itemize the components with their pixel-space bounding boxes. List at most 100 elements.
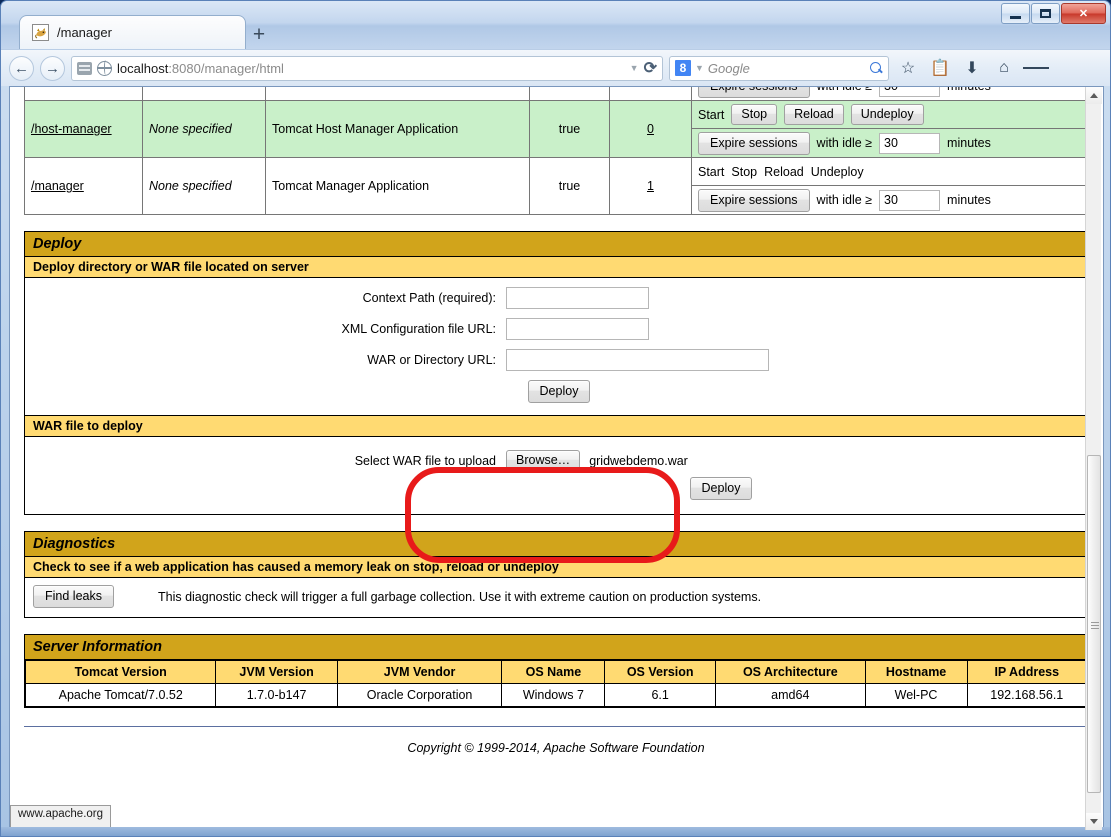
minimize-button[interactable] — [1001, 3, 1030, 24]
address-bar[interactable]: localhost:8080/manager/html ▼ ⟳ — [71, 55, 663, 81]
expire-sessions-button[interactable]: Expire sessions — [698, 188, 810, 212]
col-os-name: OS Name — [501, 660, 606, 684]
expire-idle-input[interactable] — [879, 87, 941, 97]
app-version-cell: None specified — [142, 87, 266, 101]
stop-button[interactable]: Stop — [731, 104, 778, 125]
undeploy-button[interactable]: Undeploy — [850, 104, 924, 125]
deploy-server-button[interactable]: Deploy — [527, 380, 591, 403]
diagnostics-panel: Diagnostics Check to see if a web applic… — [24, 531, 1088, 618]
browser-tab-manager[interactable]: /manager — [19, 15, 246, 49]
app-commands-cell: Start Stop Reload Undeploy Expire sessio… — [691, 87, 1088, 101]
site-identity-icon — [77, 61, 92, 75]
start-label: Start — [698, 164, 725, 179]
url-path: :8080/manager/html — [168, 60, 284, 76]
scroll-down-arrow-icon[interactable] — [1086, 813, 1102, 830]
app-sessions-cell: 0 — [609, 87, 692, 101]
app-sessions-link[interactable]: 1 — [647, 179, 654, 193]
war-upload-row: Select WAR file to upload Browse… gridwe… — [25, 450, 1087, 471]
app-path-link[interactable]: /manager — [31, 179, 84, 193]
app-running-cell: true — [529, 100, 610, 158]
app-expire-sessions-row: Expire sessions with idle ≥ minutes — [692, 129, 1087, 157]
server-information-title: Server Information — [25, 634, 1087, 660]
val-jvm-vendor: Oracle Corporation — [336, 683, 503, 707]
col-tomcat-version: Tomcat Version — [24, 660, 217, 684]
war-upload-subtitle: WAR file to deploy — [25, 415, 1087, 437]
expire-sessions-button[interactable]: Expire sessions — [698, 87, 810, 98]
expire-idle-input[interactable] — [879, 189, 941, 211]
col-os-architecture: OS Architecture — [715, 660, 866, 684]
search-icon[interactable] — [870, 61, 883, 75]
diagnostics-panel-title: Diagnostics — [25, 531, 1087, 557]
search-input[interactable]: 8 ▼ Google — [669, 55, 889, 81]
expire-idle-input[interactable] — [879, 132, 941, 154]
menu-icon[interactable] — [1023, 55, 1050, 81]
val-os-architecture: amd64 — [715, 683, 866, 707]
context-path-input[interactable] — [506, 287, 649, 309]
war-upload-form: Select WAR file to upload Browse… gridwe… — [25, 450, 1087, 500]
bookmark-star-icon[interactable]: ☆ — [895, 55, 921, 81]
table-row: /examples None specified Servlet and JSP… — [24, 87, 1088, 101]
close-button[interactable]: ✕ — [1061, 3, 1106, 24]
val-tomcat-version: Apache Tomcat/7.0.52 — [24, 683, 217, 707]
xml-config-input[interactable] — [506, 318, 649, 340]
app-version-cell: None specified — [142, 157, 266, 215]
expire-prefix-label: with idle ≥ — [816, 193, 873, 207]
col-os-version: OS Version — [604, 660, 717, 684]
expire-sessions-button[interactable]: Expire sessions — [698, 131, 810, 155]
diagnostics-subtitle: Check to see if a web application has ca… — [25, 557, 1087, 578]
war-url-input[interactable] — [506, 349, 769, 371]
page-footer-copyright: Copyright © 1999-2014, Apache Software F… — [24, 726, 1088, 775]
upload-deploy-button[interactable]: Deploy — [689, 477, 753, 500]
col-jvm-version: JVM Version — [215, 660, 338, 684]
selected-filename: gridwebdemo.war — [589, 453, 688, 468]
app-sessions-cell: 0 — [609, 100, 692, 158]
diagnostics-description: This diagnostic check will trigger a ful… — [157, 589, 762, 604]
tab-title: /manager — [57, 25, 112, 40]
app-display-name-cell: Tomcat Host Manager Application — [265, 100, 530, 158]
app-running-cell: true — [529, 87, 610, 101]
search-engine-chevron-icon[interactable]: ▼ — [695, 63, 704, 73]
chevron-down-icon[interactable]: ▼ — [630, 63, 639, 73]
val-jvm-version: 1.7.0-b147 — [215, 683, 338, 707]
app-command-labels-disabled: Start Stop Reload Undeploy — [692, 158, 1087, 186]
context-path-row: Context Path (required): — [25, 287, 1087, 309]
app-sessions-link[interactable]: 0 — [647, 122, 654, 136]
url-host: localhost — [117, 60, 169, 76]
page-viewport: /examples None specified Servlet and JSP… — [9, 86, 1104, 831]
app-path-link[interactable]: /host-manager — [31, 122, 112, 136]
war-upload-label: Select WAR file to upload — [354, 453, 496, 468]
app-expire-sessions-row: Expire sessions with idle ≥ minutes — [692, 87, 1087, 100]
browse-button[interactable]: Browse… — [506, 450, 581, 471]
undeploy-label: Undeploy — [810, 164, 864, 179]
diagnostics-body: Find leaks This diagnostic check will tr… — [25, 578, 1087, 617]
reload-icon[interactable]: ⟳ — [644, 58, 657, 78]
deploy-server-subtitle: Deploy directory or WAR file located on … — [25, 257, 1087, 278]
reload-button[interactable]: Reload — [784, 104, 844, 125]
home-icon[interactable]: ⌂ — [991, 55, 1017, 81]
reading-list-icon[interactable]: 📋 — [927, 55, 953, 81]
app-commands-cell: Start Stop Reload Undeploy Expire sessio… — [691, 157, 1088, 215]
start-label: Start — [698, 107, 725, 122]
status-bar-link: www.apache.org — [10, 805, 112, 827]
maximize-button[interactable] — [1031, 3, 1060, 24]
forward-button[interactable]: → — [40, 55, 65, 81]
downloads-icon[interactable]: ⬇ — [959, 55, 985, 81]
val-os-version: 6.1 — [604, 683, 717, 707]
expire-prefix-label: with idle ≥ — [816, 136, 873, 150]
app-expire-sessions-row: Expire sessions with idle ≥ minutes — [692, 186, 1087, 214]
scrollbar-thumb[interactable] — [1087, 455, 1101, 793]
expire-suffix-label: minutes — [947, 193, 991, 207]
deploy-panel-title: Deploy — [25, 231, 1087, 257]
scroll-up-arrow-icon[interactable] — [1086, 87, 1102, 104]
app-sessions-cell: 1 — [609, 157, 692, 215]
page-scrollbar[interactable] — [1085, 87, 1102, 830]
back-button[interactable]: ← — [9, 55, 34, 81]
find-leaks-row: Find leaks This diagnostic check will tr… — [25, 578, 1087, 617]
tomcat-manager-page: /examples None specified Servlet and JSP… — [10, 87, 1088, 775]
war-url-label: WAR or Directory URL: — [367, 353, 496, 367]
find-leaks-button[interactable]: Find leaks — [33, 585, 114, 608]
navigation-toolbar: ← → localhost:8080/manager/html ▼ ⟳ 8 ▼ … — [1, 49, 1110, 86]
table-header-row: Tomcat Version JVM Version JVM Vendor OS… — [24, 660, 1088, 684]
col-jvm-vendor: JVM Vendor — [336, 660, 503, 684]
app-path-cell: /manager — [24, 157, 143, 215]
